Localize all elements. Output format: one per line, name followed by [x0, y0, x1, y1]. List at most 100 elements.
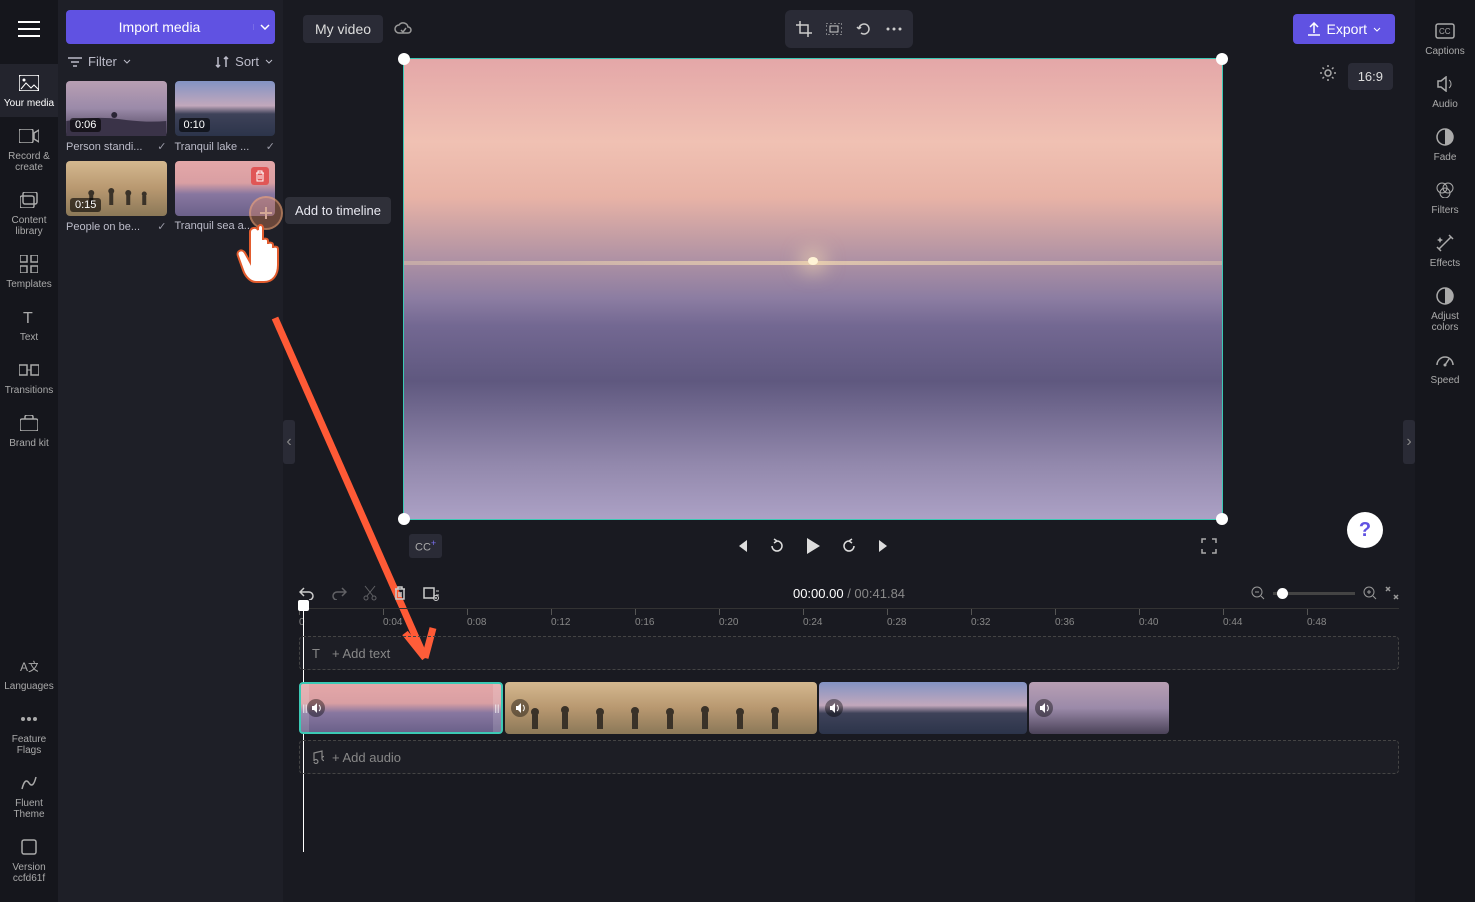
- skip-start-icon[interactable]: [735, 539, 749, 553]
- delete-thumb-button[interactable]: [251, 167, 269, 185]
- tracks: T + Add text |||| + Add audio: [299, 636, 1399, 786]
- filter-button[interactable]: Filter: [68, 54, 131, 69]
- timeline-clip[interactable]: [505, 682, 817, 734]
- undo-icon[interactable]: [299, 586, 315, 600]
- video-track: ||||: [299, 682, 1399, 734]
- media-panel: Import media Filter Sort 0:06 Person sta…: [58, 0, 283, 902]
- aspect-ratio-button[interactable]: 16:9: [1348, 63, 1393, 90]
- import-media-button[interactable]: Import media: [66, 10, 275, 44]
- svg-text:CC: CC: [1439, 27, 1451, 36]
- sidebar-content-library[interactable]: Content library: [0, 181, 58, 245]
- sidebar-record-create[interactable]: Record & create: [0, 117, 58, 181]
- ruler-tick: 0:44: [1223, 617, 1242, 628]
- sort-button[interactable]: Sort: [215, 54, 273, 69]
- help-button[interactable]: ?: [1347, 512, 1383, 548]
- canvas-tools: [785, 10, 913, 48]
- right-adjust-colors[interactable]: Adjust colors: [1415, 277, 1475, 341]
- canvas-settings-button[interactable]: [1313, 58, 1343, 88]
- media-thumb[interactable]: 0:06 Person standi...✓: [66, 81, 167, 153]
- svg-text:A文: A文: [20, 659, 38, 674]
- zoom-out-icon[interactable]: [1251, 586, 1265, 600]
- delete-icon[interactable]: [393, 585, 407, 601]
- sidebar-text[interactable]: T Text: [0, 298, 58, 351]
- cut-icon[interactable]: [363, 585, 377, 601]
- right-rail: CCCaptions Audio Fade Filters Effects Ad…: [1415, 0, 1475, 902]
- chevron-down-icon: [123, 59, 131, 64]
- fit-icon[interactable]: [821, 16, 847, 42]
- effects-icon: [1436, 232, 1454, 254]
- zoom-slider[interactable]: [1273, 592, 1355, 595]
- ruler-tick: 0:24: [803, 617, 822, 628]
- fullscreen-icon[interactable]: [1201, 538, 1217, 554]
- version-btn[interactable]: Version ccfd61f: [0, 828, 58, 892]
- filter-sort-row: Filter Sort: [68, 54, 273, 69]
- right-speed[interactable]: Speed: [1415, 341, 1475, 394]
- fluent-theme-btn[interactable]: Fluent Theme: [0, 764, 58, 828]
- player-controls: CC+: [403, 528, 1223, 564]
- gear-icon: [1319, 64, 1337, 82]
- contrast-icon: [1436, 285, 1454, 307]
- timeline-clip[interactable]: ||||: [299, 682, 503, 734]
- clip-handle[interactable]: ||: [493, 684, 501, 732]
- timeline-ruler[interactable]: 00:040:080:120:160:200:240:280:320:360:4…: [299, 608, 1399, 636]
- ruler-tick: 0:04: [383, 617, 402, 628]
- upload-icon: [1307, 22, 1321, 36]
- check-icon: ✓: [157, 220, 166, 233]
- right-fade[interactable]: Fade: [1415, 118, 1475, 171]
- sidebar-your-media[interactable]: Your media: [0, 64, 58, 117]
- captions-icon: CC: [1435, 20, 1455, 42]
- right-filters[interactable]: Filters: [1415, 171, 1475, 224]
- add-text-track[interactable]: T + Add text: [299, 636, 1399, 670]
- split-icon[interactable]: [423, 585, 439, 601]
- sidebar-transitions[interactable]: Transitions: [0, 351, 58, 404]
- add-to-timeline-button[interactable]: [249, 196, 283, 230]
- crop-icon[interactable]: [791, 16, 817, 42]
- sidebar-brand-kit[interactable]: Brand kit: [0, 404, 58, 457]
- resize-handle[interactable]: [398, 513, 410, 525]
- rotate-icon[interactable]: [851, 16, 877, 42]
- resize-handle[interactable]: [1216, 513, 1228, 525]
- video-title-input[interactable]: My video: [303, 15, 383, 43]
- right-effects[interactable]: Effects: [1415, 224, 1475, 277]
- ruler-tick: 0:40: [1139, 617, 1158, 628]
- media-thumb-hovered[interactable]: Tranquil sea a...: [175, 161, 276, 233]
- media-thumbnails: 0:06 Person standi...✓ 0:10 Tranquil lak…: [66, 81, 275, 233]
- audio-icon: [825, 699, 843, 717]
- ruler-tick: 0:28: [887, 617, 906, 628]
- audio-icon: [511, 699, 529, 717]
- zoom-in-icon[interactable]: [1363, 586, 1377, 600]
- play-icon[interactable]: [805, 537, 821, 555]
- captions-toggle[interactable]: CC+: [409, 534, 442, 558]
- sidebar-templates[interactable]: Templates: [0, 245, 58, 298]
- media-icon: [19, 72, 39, 94]
- record-icon: [19, 125, 39, 147]
- redo-icon[interactable]: [331, 586, 347, 600]
- languages-btn[interactable]: A文Languages: [0, 647, 58, 700]
- chevron-down-icon[interactable]: [253, 24, 275, 30]
- media-thumb[interactable]: 0:10 Tranquil lake ...✓: [175, 81, 276, 153]
- feature-flags-btn[interactable]: Feature Flags: [0, 700, 58, 764]
- video-preview[interactable]: [403, 58, 1223, 520]
- right-audio[interactable]: Audio: [1415, 65, 1475, 118]
- trash-icon: [254, 170, 266, 182]
- sync-icon[interactable]: [393, 21, 413, 37]
- timecode: 00:00.00 / 00:41.84: [793, 586, 905, 601]
- resize-handle[interactable]: [1216, 53, 1228, 65]
- timeline-clip[interactable]: [819, 682, 1027, 734]
- export-button[interactable]: Export: [1293, 14, 1395, 44]
- hamburger-menu[interactable]: [12, 12, 46, 46]
- forward-icon[interactable]: [841, 538, 857, 554]
- theme-icon: [20, 772, 38, 794]
- check-icon: ✓: [266, 140, 275, 153]
- ruler-tick: 0:36: [1055, 617, 1074, 628]
- media-thumb[interactable]: 0:15 People on be...✓: [66, 161, 167, 233]
- resize-handle[interactable]: [398, 53, 410, 65]
- zoom-fit-icon[interactable]: [1385, 586, 1399, 600]
- timeline-clip[interactable]: [1029, 682, 1169, 734]
- add-audio-track[interactable]: + Add audio: [299, 740, 1399, 774]
- skip-end-icon[interactable]: [877, 539, 891, 553]
- right-captions[interactable]: CCCaptions: [1415, 12, 1475, 65]
- sort-icon: [215, 56, 229, 68]
- more-icon[interactable]: [881, 16, 907, 42]
- rewind-icon[interactable]: [769, 538, 785, 554]
